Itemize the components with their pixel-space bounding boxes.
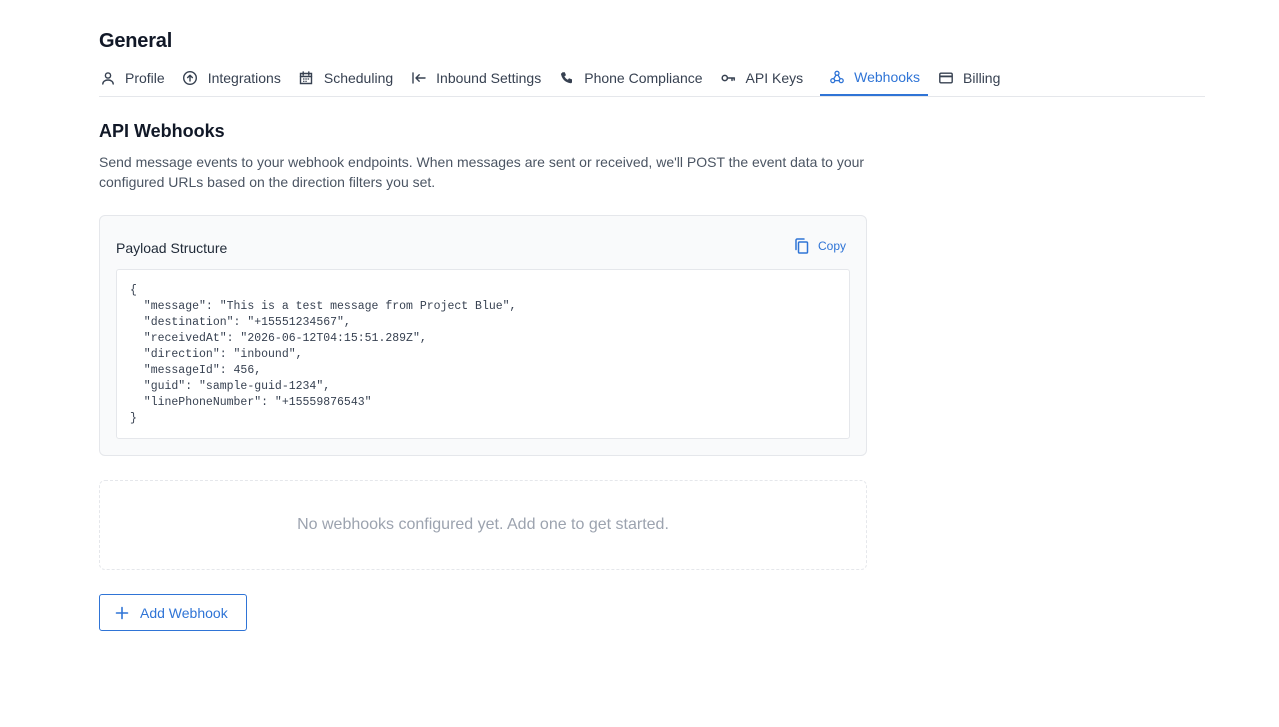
credit-card-icon [937,70,954,87]
code-line: } [130,412,137,425]
tab-billing[interactable]: Billing [937,60,1008,96]
copy-button[interactable]: Copy [793,237,846,255]
phone-icon [558,70,575,87]
tab-api-keys[interactable]: API Keys [720,60,812,96]
copy-icon [795,238,809,254]
tab-label: Integrations [207,70,281,86]
plus-icon [115,606,129,619]
code-line: "messageId": 456, [130,364,262,377]
section-description: Send message events to your webhook endp… [99,154,865,190]
page-title: General [99,30,173,52]
settings-tabs: Profile Integrations Scheduling Inbound … [99,60,1205,97]
section-title: API Webhooks [99,121,225,141]
tab-label: Inbound Settings [436,70,542,86]
add-webhook-button[interactable]: Add Webhook [99,594,247,631]
code-line: "destination": "+15551234567", [130,316,351,329]
tab-label: Webhooks [854,69,921,85]
code-line: "message": "This is a test message from … [130,300,517,313]
tab-label: Scheduling [323,70,394,86]
code-line: "direction": "inbound", [130,348,303,361]
webhook-icon [828,69,845,86]
tab-phone-compliance[interactable]: Phone Compliance [558,60,710,96]
tab-label: API Keys [745,70,804,86]
arrow-left-bar-icon [410,70,427,87]
add-webhook-label: Add Webhook [140,604,228,621]
tab-label: Billing [963,70,1001,86]
user-icon [99,70,116,87]
empty-state-text: No webhooks configured yet. Add one to g… [297,516,669,533]
code-line: "linePhoneNumber": "+15559876543" [130,396,372,409]
tab-scheduling[interactable]: Scheduling [298,60,401,96]
key-icon [720,70,737,87]
tab-inbound-settings[interactable]: Inbound Settings [410,60,549,96]
tab-label: Phone Compliance [584,70,703,86]
tab-label: Profile [125,70,165,86]
code-line: "guid": "sample-guid-1234", [130,380,331,393]
webhooks-empty-state: No webhooks configured yet. Add one to g… [99,480,867,570]
payload-title: Payload Structure [116,240,228,256]
code-line: { [130,284,137,297]
tab-webhooks[interactable]: Webhooks [820,60,929,96]
payload-structure-card: Payload Structure Copy { "message": "Thi… [99,215,867,456]
tab-integrations[interactable]: Integrations [182,60,289,96]
calendar-icon [298,70,315,87]
tab-profile[interactable]: Profile [99,60,173,96]
copy-label: Copy [817,239,846,253]
code-line: "receivedAt": "2026-06-12T04:15:51.289Z"… [130,332,427,345]
upload-circle-icon [182,70,199,87]
payload-code-block: { "message": "This is a test message fro… [116,269,850,439]
